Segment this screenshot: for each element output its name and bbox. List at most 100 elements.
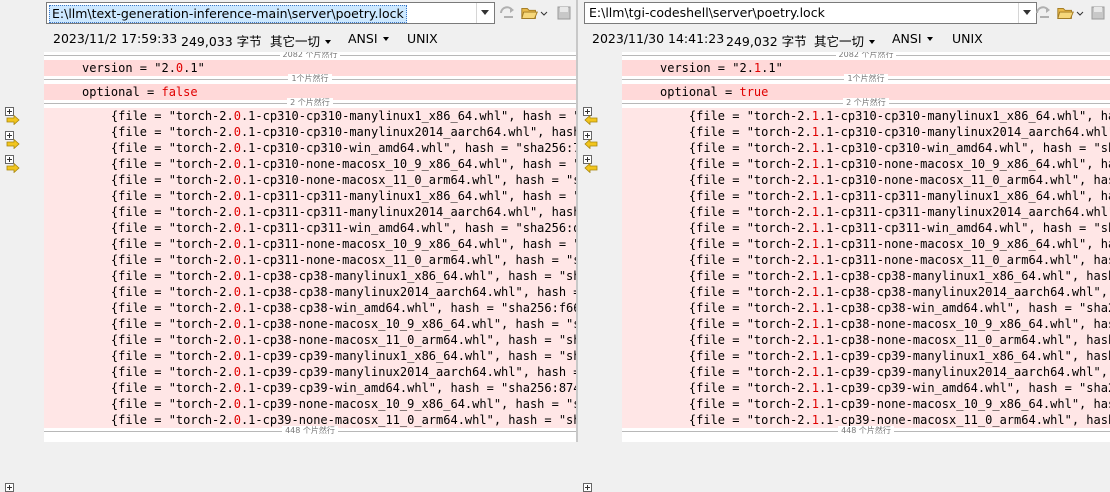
wheel-suffix: .1-cp39-none-macosx_11_0_arm64.whl", has…	[240, 413, 576, 427]
left-code-line: {file = "torch-2.0.1-cp38-cp38-manylinux…	[44, 284, 576, 300]
wheel-prefix: {file = "torch-2.	[660, 221, 812, 235]
diff-arrow-icon[interactable]	[584, 139, 598, 149]
wheel-suffix: .1-cp311-cp311-win_amd64.whl", hash = "s…	[240, 221, 576, 235]
wheel-diff: 1	[811, 237, 819, 251]
right-editor[interactable]: 2082 个片然行 version = "2.1.1" 1个片然行 optional …	[622, 52, 1110, 442]
copy-arrow-icon[interactable]	[498, 4, 518, 22]
wheel-suffix: .1-cp39-cp39-manylinux1_x86_64.whl", has…	[240, 349, 576, 363]
left-code-text: {file = "torch-2.0.1-cp311-none-macosx_1…	[82, 236, 576, 252]
right-code-line: {file = "torch-2.1.1-cp310-cp310-win_amd…	[622, 140, 1110, 156]
right-filter-select[interactable]: 其它一切	[814, 31, 876, 50]
wheel-suffix: .1-cp311-none-macosx_10_9_x86_64.whl", h…	[818, 237, 1110, 251]
chevron-down-icon	[382, 37, 389, 41]
wheel-diff: 1	[811, 397, 819, 411]
left-fold-marker[interactable]: 448 个片然行	[44, 426, 576, 442]
wheel-diff: 0	[233, 157, 241, 171]
wheel-suffix: .1-cp311-cp311-manylinux2014_aarch64.whl…	[818, 205, 1110, 219]
expand-fold-icon[interactable]	[583, 483, 592, 492]
diff-arrow-icon[interactable]	[6, 115, 20, 125]
left-code-text: {file = "torch-2.0.1-cp310-none-macosx_1…	[82, 172, 576, 188]
right-code-text: {file = "torch-2.1.1-cp310-none-macosx_1…	[660, 156, 1110, 172]
wheel-suffix: .1-cp311-cp311-manylinux2014_aarch64.whl…	[240, 205, 576, 219]
wheel-diff: 1	[811, 285, 819, 299]
left-encoding-select[interactable]: ANSI	[348, 31, 389, 46]
right-gutter	[578, 52, 622, 492]
left-file-date: 2023/11/2 17:59:33	[53, 31, 178, 46]
right-code-line: {file = "torch-2.1.1-cp311-none-macosx_1…	[622, 236, 1110, 252]
save-icon[interactable]	[1090, 4, 1106, 22]
wheel-diff: 0	[233, 413, 241, 427]
wheel-diff: 1	[811, 269, 819, 283]
diff-arrow-icon[interactable]	[584, 163, 598, 173]
version-key: version = "2.	[82, 61, 176, 75]
chevron-down-icon[interactable]	[1076, 4, 1084, 22]
wheel-suffix: .1-cp310-cp310-manylinux1_x86_64.whl", h…	[240, 109, 576, 123]
left-code-text: {file = "torch-2.0.1-cp310-cp310-manylin…	[82, 124, 576, 140]
wheel-suffix: .1-cp310-cp310-win_amd64.whl", hash = "s…	[240, 141, 576, 155]
left-path-text[interactable]: E:\llm\text-generation-inference-main\se…	[49, 5, 407, 23]
wheel-diff: 0	[233, 269, 241, 283]
right-code-text: optional = true	[660, 84, 768, 100]
left-code-line: {file = "torch-2.0.1-cp310-none-macosx_1…	[44, 172, 576, 188]
right-encoding-select[interactable]: ANSI	[892, 31, 933, 46]
diff-arrow-icon[interactable]	[6, 163, 20, 173]
dropdown-icon[interactable]	[476, 3, 494, 23]
diff-arrow-icon[interactable]	[584, 115, 598, 125]
wheel-suffix: .1-cp39-cp39-manylinux1_x86_64.whl", has…	[818, 349, 1110, 363]
wheel-prefix: {file = "torch-2.	[82, 381, 234, 395]
left-code-text: {file = "torch-2.0.1-cp38-cp38-manylinux…	[82, 284, 576, 300]
save-icon[interactable]	[556, 4, 572, 22]
right-path-text[interactable]: E:\llm\tgi-codeshell\server\poetry.lock	[587, 5, 827, 21]
wheel-suffix: .1-cp39-none-macosx_10_9_x86_64.whl", ha…	[240, 397, 576, 411]
wheel-prefix: {file = "torch-2.	[660, 173, 812, 187]
optional-value: true	[739, 85, 769, 99]
diff-arrow-icon[interactable]	[6, 139, 20, 149]
wheel-prefix: {file = "torch-2.	[660, 413, 812, 427]
wheel-prefix: {file = "torch-2.	[660, 205, 812, 219]
right-fold-marker[interactable]: 448 个片然行	[622, 426, 1110, 442]
wheel-prefix: {file = "torch-2.	[82, 157, 234, 171]
wheel-diff: 1	[811, 141, 819, 155]
wheel-suffix: .1-cp39-cp39-manylinux2014_aarch64.whl",…	[818, 365, 1108, 379]
right-code-line: {file = "torch-2.1.1-cp310-none-macosx_1…	[622, 172, 1110, 188]
left-code-text: {file = "torch-2.0.1-cp38-none-macosx_10…	[82, 316, 576, 332]
wheel-diff: 0	[233, 173, 241, 187]
wheel-suffix: .1-cp311-cp311-manylinux1_x86_64.whl", h…	[818, 189, 1110, 203]
right-code-text: version = "2.1.1"	[660, 60, 783, 76]
left-path-combo[interactable]: E:\llm\text-generation-inference-main\se…	[46, 2, 495, 24]
left-code-line: {file = "torch-2.0.1-cp310-cp310-win_amd…	[44, 140, 576, 156]
wheel-suffix: .1-cp38-cp38-win_amd64.whl", hash = "sha…	[240, 301, 576, 315]
wheel-prefix: {file = "torch-2.	[660, 189, 812, 203]
right-code-text: {file = "torch-2.1.1-cp310-none-macosx_1…	[660, 172, 1110, 188]
left-editor[interactable]: 2082 个片然行 version = "2.0.1" 1个片然行 optional …	[44, 52, 576, 442]
right-path-combo[interactable]: E:\llm\tgi-codeshell\server\poetry.lock	[584, 2, 1037, 24]
version-rest: .1"	[183, 61, 205, 75]
right-code-text: {file = "torch-2.1.1-cp311-cp311-manylin…	[660, 204, 1110, 220]
left-file-size: 249,033 字节	[181, 34, 262, 49]
wheel-diff: 0	[233, 237, 241, 251]
left-filter-select[interactable]: 其它一切	[270, 31, 332, 50]
right-code-text: {file = "torch-2.1.1-cp311-none-macosx_1…	[660, 252, 1110, 268]
folder-open-icon[interactable]	[520, 4, 540, 22]
expand-fold-icon[interactable]	[5, 483, 14, 492]
folder-open-icon[interactable]	[1056, 4, 1076, 22]
left-code-text: {file = "torch-2.0.1-cp310-none-macosx_1…	[82, 156, 576, 172]
left-code-text: {file = "torch-2.0.1-cp39-cp39-win_amd64…	[82, 380, 576, 396]
chevron-down-icon[interactable]	[540, 4, 548, 22]
wheel-suffix: .1-cp310-cp310-win_amd64.whl", hash = "s…	[818, 141, 1110, 155]
wheel-prefix: {file = "torch-2.	[660, 301, 812, 315]
wheel-diff: 0	[233, 365, 241, 379]
left-code-text: {file = "torch-2.0.1-cp38-cp38-manylinux…	[82, 268, 576, 284]
right-code-line: {file = "torch-2.1.1-cp39-cp39-win_amd64…	[622, 380, 1110, 396]
copy-arrow-icon[interactable]	[1034, 4, 1054, 22]
left-code-line: {file = "torch-2.0.1-cp39-cp39-manylinux…	[44, 348, 576, 364]
left-code-line: {file = "torch-2.0.1-cp311-none-macosx_1…	[44, 236, 576, 252]
right-code-line: {file = "torch-2.1.1-cp311-cp311-manylin…	[622, 188, 1110, 204]
right-code-text: {file = "torch-2.1.1-cp311-cp311-manylin…	[660, 188, 1110, 204]
wheel-suffix: .1-cp38-cp38-manylinux1_x86_64.whl", has…	[818, 269, 1110, 283]
left-code-text: {file = "torch-2.0.1-cp310-cp310-win_amd…	[82, 140, 576, 156]
left-code-line: {file = "torch-2.0.1-cp311-none-macosx_1…	[44, 252, 576, 268]
left-code-line: {file = "torch-2.0.1-cp310-none-macosx_1…	[44, 156, 576, 172]
left-code-line: {file = "torch-2.0.1-cp39-none-macosx_10…	[44, 396, 576, 412]
wheel-diff: 1	[811, 157, 819, 171]
